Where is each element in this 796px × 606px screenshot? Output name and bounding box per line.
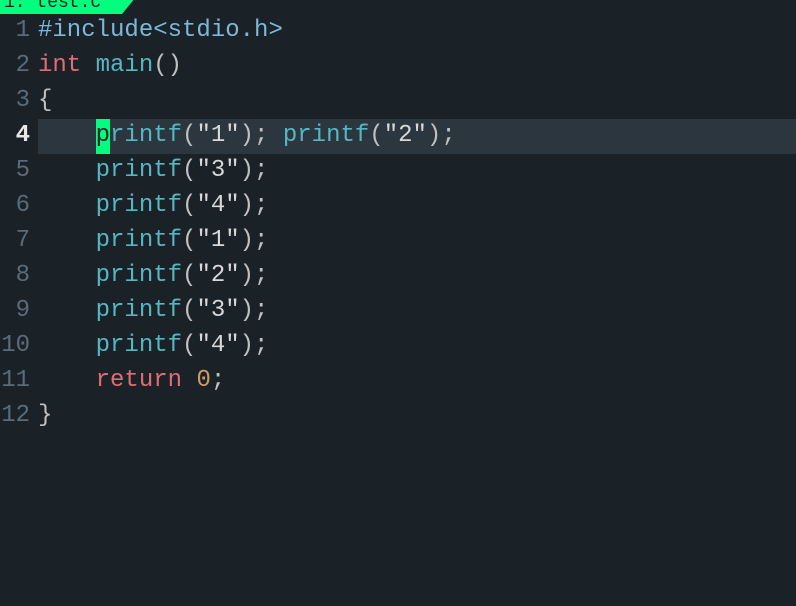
- line-number: 11: [0, 364, 30, 399]
- token: printf: [96, 224, 182, 259]
- token: (: [182, 224, 196, 259]
- token: [182, 364, 196, 399]
- gutter: 123456789101112: [0, 14, 38, 606]
- tab-bar: 1. test.c*: [0, 0, 796, 14]
- token: "1": [196, 224, 239, 259]
- code-line[interactable]: {: [38, 84, 796, 119]
- line-number: 5: [0, 154, 30, 189]
- token: [38, 259, 96, 294]
- token: );: [240, 294, 269, 329]
- token: [38, 364, 96, 399]
- line-number: 9: [0, 294, 30, 329]
- token: printf: [96, 189, 182, 224]
- token: return: [96, 364, 182, 399]
- token: );: [240, 189, 269, 224]
- editor: 1. test.c* 123456789101112 #include<stdi…: [0, 0, 796, 606]
- code-line[interactable]: return 0;: [38, 364, 796, 399]
- line-number: 12: [0, 399, 30, 434]
- code-line[interactable]: printf("2");: [38, 259, 796, 294]
- token: "2": [196, 259, 239, 294]
- token: [38, 329, 96, 364]
- token: "2": [384, 119, 427, 154]
- token: [38, 189, 96, 224]
- token: [38, 119, 96, 154]
- tab-file[interactable]: 1. test.c*: [0, 0, 122, 14]
- code-area[interactable]: 123456789101112 #include<stdio.h>int mai…: [0, 14, 796, 606]
- line-number: 7: [0, 224, 30, 259]
- token: printf: [96, 259, 182, 294]
- code-line[interactable]: printf("4");: [38, 189, 796, 224]
- token: printf: [96, 329, 182, 364]
- token: (: [182, 294, 196, 329]
- code-content[interactable]: #include<stdio.h>int main(){ printf("1")…: [38, 14, 796, 606]
- code-line[interactable]: printf("1"); printf("2");: [38, 119, 796, 154]
- token: );: [240, 259, 269, 294]
- token: #include: [38, 14, 153, 49]
- line-number: 1: [0, 14, 30, 49]
- token: "3": [196, 154, 239, 189]
- token: );: [240, 154, 269, 189]
- token: [38, 294, 96, 329]
- token: (: [369, 119, 383, 154]
- token: "3": [196, 294, 239, 329]
- line-number: 4: [0, 119, 30, 154]
- token: ;: [211, 364, 225, 399]
- token: printf: [283, 119, 369, 154]
- token: [38, 224, 96, 259]
- token: 0: [196, 364, 210, 399]
- token: (: [182, 329, 196, 364]
- line-number: 10: [0, 329, 30, 364]
- token: [38, 154, 96, 189]
- token: );: [240, 224, 269, 259]
- token: "4": [196, 189, 239, 224]
- token: (: [182, 119, 196, 154]
- code-line[interactable]: printf("1");: [38, 224, 796, 259]
- token: (): [153, 49, 182, 84]
- line-number: 6: [0, 189, 30, 224]
- code-line[interactable]: #include<stdio.h>: [38, 14, 796, 49]
- token: "1": [196, 119, 239, 154]
- token: rintf: [110, 119, 182, 154]
- token: );: [427, 119, 456, 154]
- cursor: p: [96, 119, 110, 154]
- code-line[interactable]: printf("4");: [38, 329, 796, 364]
- code-line[interactable]: printf("3");: [38, 154, 796, 189]
- token: int: [38, 49, 81, 84]
- tab-label: 1. test.c*: [4, 0, 112, 14]
- token: <stdio.h>: [153, 14, 283, 49]
- token: main: [96, 49, 154, 84]
- token: {: [38, 84, 52, 119]
- token: (: [182, 154, 196, 189]
- token: (: [182, 189, 196, 224]
- code-line[interactable]: }: [38, 399, 796, 434]
- token: (: [182, 259, 196, 294]
- token: [81, 49, 95, 84]
- line-number: 3: [0, 84, 30, 119]
- token: );: [240, 119, 269, 154]
- token: printf: [96, 294, 182, 329]
- token: [268, 119, 282, 154]
- code-line[interactable]: int main(): [38, 49, 796, 84]
- line-number: 2: [0, 49, 30, 84]
- token: printf: [96, 154, 182, 189]
- token: "4": [196, 329, 239, 364]
- line-number: 8: [0, 259, 30, 294]
- token: );: [240, 329, 269, 364]
- token: }: [38, 399, 52, 434]
- code-line[interactable]: printf("3");: [38, 294, 796, 329]
